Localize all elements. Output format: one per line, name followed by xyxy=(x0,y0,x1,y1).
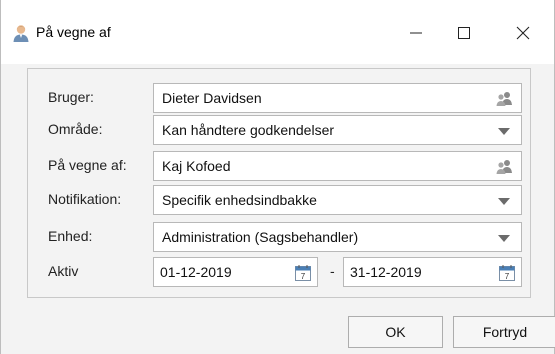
maximize-button[interactable] xyxy=(442,14,486,54)
close-icon xyxy=(516,26,530,43)
omraade-select[interactable]: Kan håndtere godkendelser xyxy=(153,115,522,145)
aktiv-from-date[interactable]: 01-12-2019 7 xyxy=(153,257,318,287)
ok-button[interactable]: OK xyxy=(348,316,443,348)
user-group-icon[interactable] xyxy=(493,89,515,109)
calendar-icon[interactable]: 7 xyxy=(498,264,516,282)
omraade-row: Område: Kan håndtere godkendelser xyxy=(28,115,532,145)
dialog-window: På vegne af Bruger: Dieter Davidsen Områ… xyxy=(0,0,555,354)
chevron-down-icon[interactable] xyxy=(493,121,515,141)
enhed-label: Enhed: xyxy=(48,228,93,244)
enhed-select[interactable]: Administration (Sagsbehandler) xyxy=(153,222,522,252)
aktiv-to-value: 31-12-2019 xyxy=(350,264,422,280)
enhed-row: Enhed: Administration (Sagsbehandler) xyxy=(28,222,532,252)
notifikation-value: Specifik enhedsindbakke xyxy=(162,192,317,208)
notifikation-select[interactable]: Specifik enhedsindbakke xyxy=(153,185,522,215)
aktiv-label: Aktiv xyxy=(48,263,79,279)
notifikation-label: Notifikation: xyxy=(48,191,122,207)
minimize-button[interactable] xyxy=(394,14,438,54)
minimize-icon xyxy=(410,26,422,42)
chevron-down-icon[interactable] xyxy=(493,191,515,211)
paa-vegne-af-label: På vegne af: xyxy=(48,157,127,173)
cancel-button[interactable]: Fortryd xyxy=(453,316,555,348)
bruger-value: Dieter Davidsen xyxy=(162,90,262,106)
omraade-value: Kan håndtere godkendelser xyxy=(162,122,335,138)
aktiv-to-date[interactable]: 31-12-2019 7 xyxy=(343,257,522,287)
aktiv-from-value: 01-12-2019 xyxy=(160,264,232,280)
form-panel: Bruger: Dieter Davidsen Område: Kan hånd… xyxy=(27,68,531,298)
paa-vegne-af-field[interactable]: Kaj Kofoed xyxy=(153,151,522,181)
paa-vegne-af-value: Kaj Kofoed xyxy=(162,158,231,174)
title-bar[interactable]: På vegne af xyxy=(1,0,554,64)
chevron-down-icon[interactable] xyxy=(493,228,515,248)
svg-text:7: 7 xyxy=(505,272,510,281)
omraade-label: Område: xyxy=(48,121,103,137)
window-title: På vegne af xyxy=(36,24,111,40)
enhed-value: Administration (Sagsbehandler) xyxy=(162,229,359,245)
user-group-icon[interactable] xyxy=(493,157,515,177)
calendar-icon[interactable]: 7 xyxy=(294,264,312,282)
bruger-row: Bruger: Dieter Davidsen xyxy=(28,83,532,113)
aktiv-row: Aktiv 01-12-2019 7 - 31-12-2019 7 xyxy=(28,257,532,287)
close-button[interactable] xyxy=(501,14,545,54)
notifikation-row: Notifikation: Specifik enhedsindbakke xyxy=(28,185,532,215)
maximize-icon xyxy=(458,26,470,42)
paa-vegne-af-row: På vegne af: Kaj Kofoed xyxy=(28,151,532,181)
svg-text:7: 7 xyxy=(301,272,306,281)
bruger-field[interactable]: Dieter Davidsen xyxy=(153,83,522,113)
user-avatar-icon xyxy=(11,23,31,43)
bruger-label: Bruger: xyxy=(48,89,94,105)
date-range-separator: - xyxy=(330,263,335,279)
